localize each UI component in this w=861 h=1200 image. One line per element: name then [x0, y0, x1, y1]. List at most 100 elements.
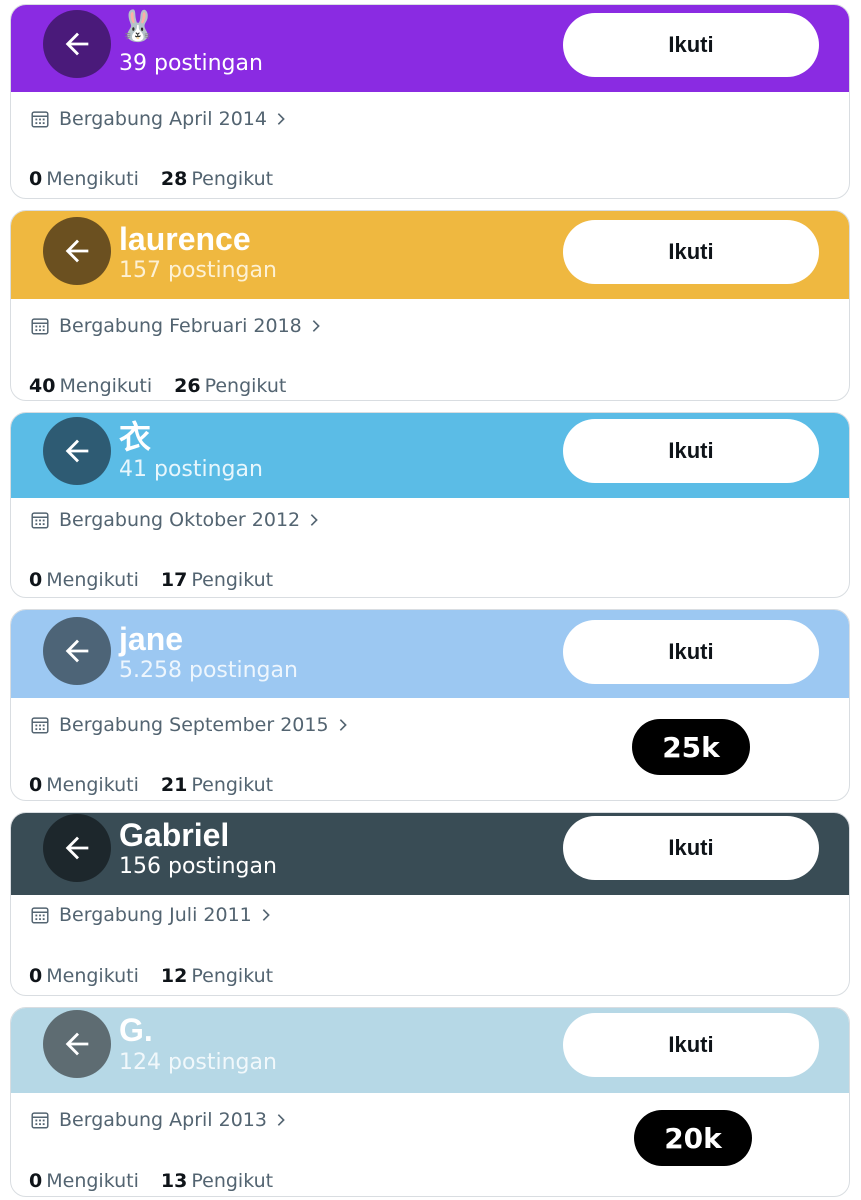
following-count: 0	[29, 965, 43, 987]
calendar-icon	[31, 717, 49, 734]
profile-header-banner: 衣 41 postingan Ikuti	[11, 413, 849, 498]
chevron-right-icon	[277, 113, 285, 125]
profile-name: G.	[119, 1012, 153, 1048]
back-button[interactable]	[43, 10, 111, 78]
follow-stats: 0 Mengikuti 21 Pengikut	[29, 774, 295, 796]
follower-count-overlay-badge: 25k	[632, 719, 750, 775]
followers-stat[interactable]: 13 Pengikut	[161, 1170, 273, 1192]
profile-card: jane 5.258 postingan Ikuti Bergabung Sep…	[10, 609, 850, 801]
arrow-left-icon	[65, 836, 89, 860]
followers-count: 26	[174, 375, 201, 397]
followers-stat[interactable]: 21 Pengikut	[161, 774, 273, 796]
profile-card: 🐰 39 postingan Ikuti Bergabung April 201…	[10, 4, 850, 199]
following-count: 0	[29, 1170, 43, 1192]
profile-header-banner: laurence 157 postingan Ikuti	[11, 211, 849, 299]
followers-count: 17	[160, 569, 188, 591]
back-button[interactable]	[43, 814, 111, 882]
following-label: Mengikuti	[46, 1170, 139, 1192]
profile-name: 衣	[119, 419, 152, 455]
post-count: 124 postingan	[119, 1050, 277, 1075]
follow-button[interactable]: Ikuti	[563, 13, 819, 77]
calendar-icon	[31, 318, 49, 335]
post-count: 39 postingan	[119, 51, 263, 76]
joined-date-link[interactable]: Bergabung April 2013	[29, 1109, 289, 1131]
follow-button[interactable]: Ikuti	[563, 1013, 819, 1077]
joined-date-text: Bergabung April 2014	[59, 108, 267, 130]
post-count: 5.258 postingan	[119, 658, 298, 683]
follow-button[interactable]: Ikuti	[563, 816, 819, 880]
follow-stats: 0 Mengikuti 28 Pengikut	[29, 168, 295, 190]
following-label: Mengikuti	[46, 569, 139, 591]
joined-date-text: Bergabung Oktober 2012	[59, 509, 301, 531]
chevron-right-icon	[339, 719, 347, 731]
follow-button[interactable]: Ikuti	[563, 220, 819, 284]
arrow-left-icon	[65, 32, 89, 56]
followers-stat[interactable]: 26 Pengikut	[174, 375, 286, 397]
joined-date-text: Bergabung April 2013	[59, 1109, 267, 1131]
followers-label: Pengikut	[191, 1170, 274, 1192]
joined-date-link[interactable]: Bergabung Februari 2018	[29, 315, 324, 337]
joined-date-link[interactable]: Bergabung Oktober 2012	[29, 509, 322, 531]
calendar-icon	[31, 907, 49, 924]
following-label: Mengikuti	[46, 774, 139, 796]
back-button[interactable]	[43, 617, 111, 685]
profile-header-banner: 🐰 39 postingan Ikuti	[11, 5, 849, 92]
follow-stats: 0 Mengikuti 12 Pengikut	[29, 965, 295, 987]
followers-label: Pengikut	[204, 375, 287, 397]
joined-date-link[interactable]: Bergabung April 2014	[29, 108, 289, 130]
follower-count-overlay-badge: 20k	[634, 1110, 752, 1166]
follow-stats: 40 Mengikuti 26 Pengikut	[29, 375, 308, 397]
following-label: Mengikuti	[59, 375, 153, 397]
following-count: 0	[29, 774, 43, 796]
profile-card: laurence 157 postingan Ikuti Bergabung F…	[10, 210, 850, 401]
following-count: 40	[29, 375, 56, 397]
arrow-left-icon	[65, 639, 89, 663]
followers-stat[interactable]: 12 Pengikut	[161, 965, 273, 987]
joined-date-text: Bergabung September 2015	[59, 714, 329, 736]
follow-stats: 0 Mengikuti 13 Pengikut	[29, 1170, 295, 1192]
chevron-right-icon	[310, 514, 318, 526]
profile-name: Gabriel	[119, 817, 230, 853]
following-count: 0	[29, 569, 43, 591]
following-stat[interactable]: 0 Mengikuti	[29, 774, 139, 796]
follow-button[interactable]: Ikuti	[563, 419, 819, 483]
followers-label: Pengikut	[191, 774, 274, 796]
followers-count: 28	[160, 168, 188, 190]
following-count: 0	[29, 168, 43, 190]
followers-count: 21	[160, 774, 188, 796]
back-button[interactable]	[43, 217, 111, 285]
back-button[interactable]	[43, 417, 111, 485]
followers-stat[interactable]: 28 Pengikut	[161, 168, 273, 190]
joined-date-link[interactable]: Bergabung September 2015	[29, 714, 351, 736]
following-stat[interactable]: 0 Mengikuti	[29, 168, 139, 190]
chevron-right-icon	[312, 320, 320, 332]
profile-header-banner: jane 5.258 postingan Ikuti	[11, 610, 849, 698]
profile-card: 衣 41 postingan Ikuti Bergabung Oktober 2…	[10, 412, 850, 598]
profile-header-banner: G. 124 postingan Ikuti	[11, 1008, 849, 1093]
follow-button[interactable]: Ikuti	[563, 620, 819, 684]
followers-count: 13	[160, 1170, 188, 1192]
calendar-icon	[31, 1112, 49, 1129]
following-label: Mengikuti	[46, 965, 139, 987]
following-stat[interactable]: 0 Mengikuti	[29, 569, 139, 591]
followers-stat[interactable]: 17 Pengikut	[161, 569, 273, 591]
arrow-left-icon	[65, 239, 89, 263]
followers-label: Pengikut	[191, 965, 274, 987]
joined-date-text: Bergabung Juli 2011	[59, 904, 252, 926]
following-stat[interactable]: 40 Mengikuti	[29, 375, 152, 397]
following-stat[interactable]: 0 Mengikuti	[29, 965, 139, 987]
post-count: 41 postingan	[119, 457, 263, 482]
arrow-left-icon	[65, 439, 89, 463]
joined-date-text: Bergabung Februari 2018	[59, 315, 302, 337]
calendar-icon	[31, 512, 49, 529]
back-button[interactable]	[43, 1010, 111, 1078]
followers-label: Pengikut	[191, 168, 274, 190]
chevron-right-icon	[277, 1114, 285, 1126]
profile-header-banner: Gabriel 156 postingan Ikuti	[11, 813, 849, 895]
profile-name: jane	[119, 621, 184, 657]
following-stat[interactable]: 0 Mengikuti	[29, 1170, 139, 1192]
followers-label: Pengikut	[191, 569, 274, 591]
joined-date-link[interactable]: Bergabung Juli 2011	[29, 904, 274, 926]
post-count: 157 postingan	[119, 258, 277, 283]
profile-name: 🐰	[119, 10, 157, 43]
